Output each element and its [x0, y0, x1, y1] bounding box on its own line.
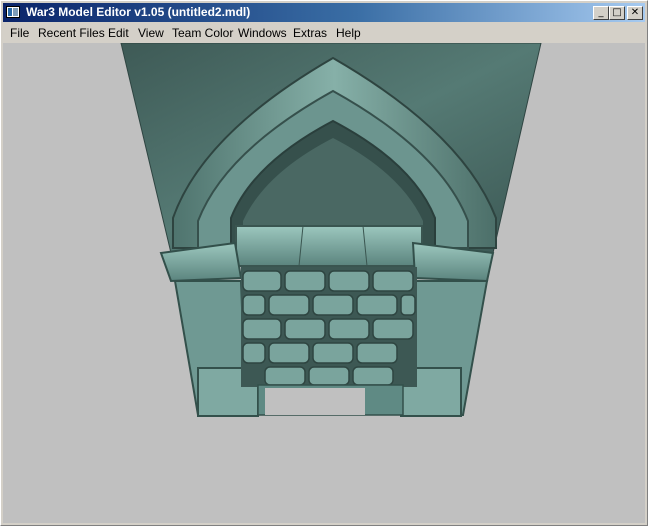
window-title: War3 Model Editor v1.05 (untitled2.mdl) — [26, 5, 251, 19]
menu-team-color[interactable]: Team Color — [172, 26, 233, 40]
maximize-button[interactable]: □ — [609, 6, 625, 20]
model-viewport[interactable] — [3, 43, 645, 523]
close-button[interactable]: ✕ — [627, 6, 643, 20]
title-bar[interactable]: War3 Model Editor v1.05 (untitled2.mdl) … — [3, 3, 645, 22]
minimize-button[interactable]: _ — [593, 6, 609, 20]
menu-bar: File Recent Files Edit View Team Color W… — [3, 23, 645, 42]
brick-pattern — [242, 270, 416, 386]
hearth-opening — [265, 388, 365, 415]
menu-file[interactable]: File — [10, 26, 29, 40]
menu-view[interactable]: View — [138, 26, 164, 40]
menu-help[interactable]: Help — [336, 26, 361, 40]
menu-edit[interactable]: Edit — [108, 26, 129, 40]
menu-extras[interactable]: Extras — [293, 26, 327, 40]
main-window: War3 Model Editor v1.05 (untitled2.mdl) … — [0, 0, 648, 526]
mantel-stone — [235, 225, 423, 267]
app-icon[interactable] — [6, 6, 20, 18]
menu-windows[interactable]: Windows — [238, 26, 287, 40]
menu-recent-files[interactable]: Recent Files — [38, 26, 105, 40]
fireplace-model — [120, 43, 542, 417]
